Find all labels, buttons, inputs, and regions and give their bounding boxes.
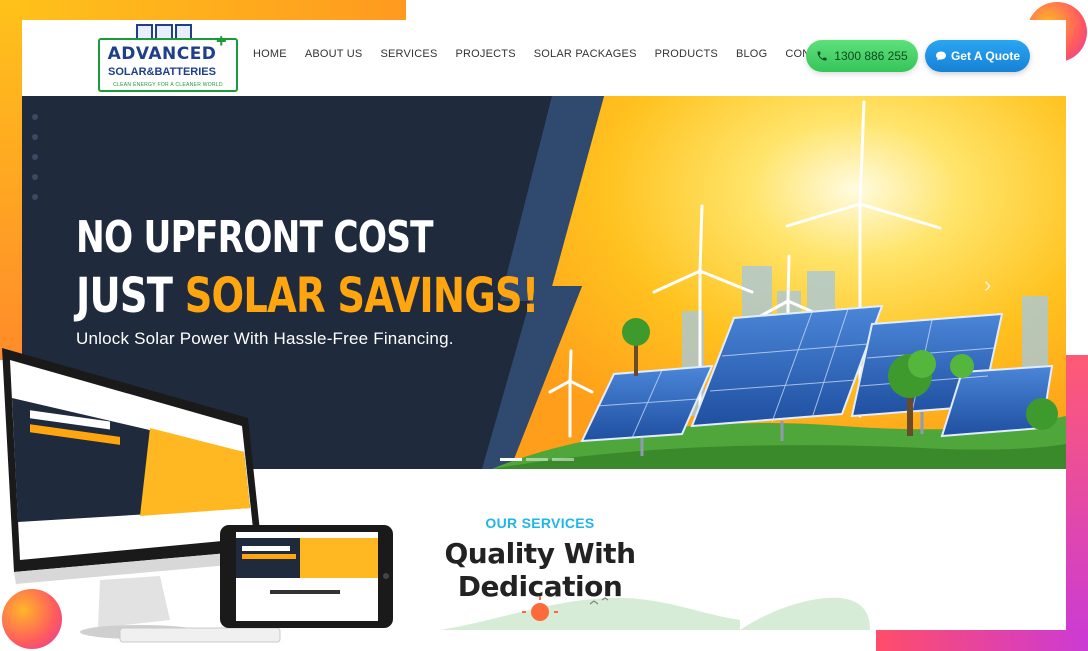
services-section-label: OUR SERVICES [485,515,595,531]
chat-bubble-icon [935,51,946,61]
hero-title-highlight: SOLAR SAVINGS! [184,268,540,324]
hero-title-prefix: JUST [76,268,185,324]
decorative-frame-left [0,0,22,360]
hero-title-line-1: NO UPFRONT COST [76,212,434,263]
nav-blog[interactable]: BLOG [736,48,767,60]
hero-title-line-2: JUST SOLAR SAVINGS! [76,268,539,324]
logo-tagline: CLEAN ENERGY FOR A CLEANER WORLD [113,82,223,88]
nav-about-us[interactable]: ABOUT US [305,48,363,60]
services-landscape-illustration [440,596,870,630]
logo-text-solar-batteries: SOLAR&BATTERIES [108,66,216,78]
nav-solar-packages[interactable]: SOLAR PACKAGES [534,48,637,60]
nav-products[interactable]: PRODUCTS [655,48,718,60]
phone-number: 1300 886 255 [834,49,908,63]
hero-side-dots [32,114,38,200]
logo-text-advanced: ADVANCED [107,44,217,64]
nav-projects[interactable]: PROJECTS [455,48,515,60]
slide-indicator-1[interactable] [500,458,522,461]
chevron-right-icon[interactable]: › [984,272,991,298]
get-a-quote-button[interactable]: Get A Quote [925,40,1030,72]
phone-icon [817,51,827,61]
nav-home[interactable]: HOME [253,48,287,60]
nav-services[interactable]: SERVICES [380,48,437,60]
site-header: + ADVANCED SOLAR&BATTERIES CLEAN ENERGY … [22,20,1066,96]
quote-label: Get A Quote [950,49,1021,63]
device-mockups [2,348,393,643]
decorative-frame-top [0,0,406,20]
decorative-frame-bottom [876,630,1088,651]
slider-pagination [500,458,574,461]
decorative-frame-right [1066,355,1088,651]
tablet-mockup [220,525,393,628]
site-logo[interactable]: + ADVANCED SOLAR&BATTERIES CLEAN ENERGY … [98,24,238,94]
slide-indicator-2[interactable] [526,458,548,461]
call-phone-button[interactable]: 1300 886 255 [806,40,918,72]
main-navigation: HOME ABOUT US SERVICES PROJECTS SOLAR PA… [253,48,858,60]
slide-indicator-3[interactable] [552,458,574,461]
